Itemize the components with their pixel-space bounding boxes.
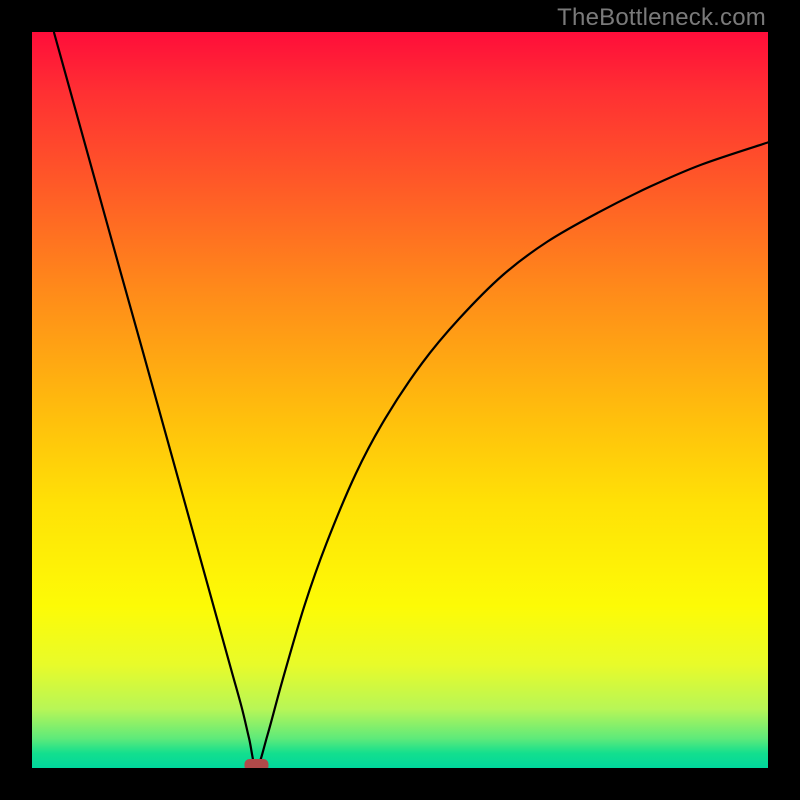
- chart-frame: TheBottleneck.com: [0, 0, 800, 800]
- min-marker: [244, 759, 268, 768]
- curve-layer: [32, 32, 768, 768]
- plot-area: [32, 32, 768, 768]
- watermark-text: TheBottleneck.com: [557, 4, 766, 32]
- bottleneck-curve: [54, 33, 768, 768]
